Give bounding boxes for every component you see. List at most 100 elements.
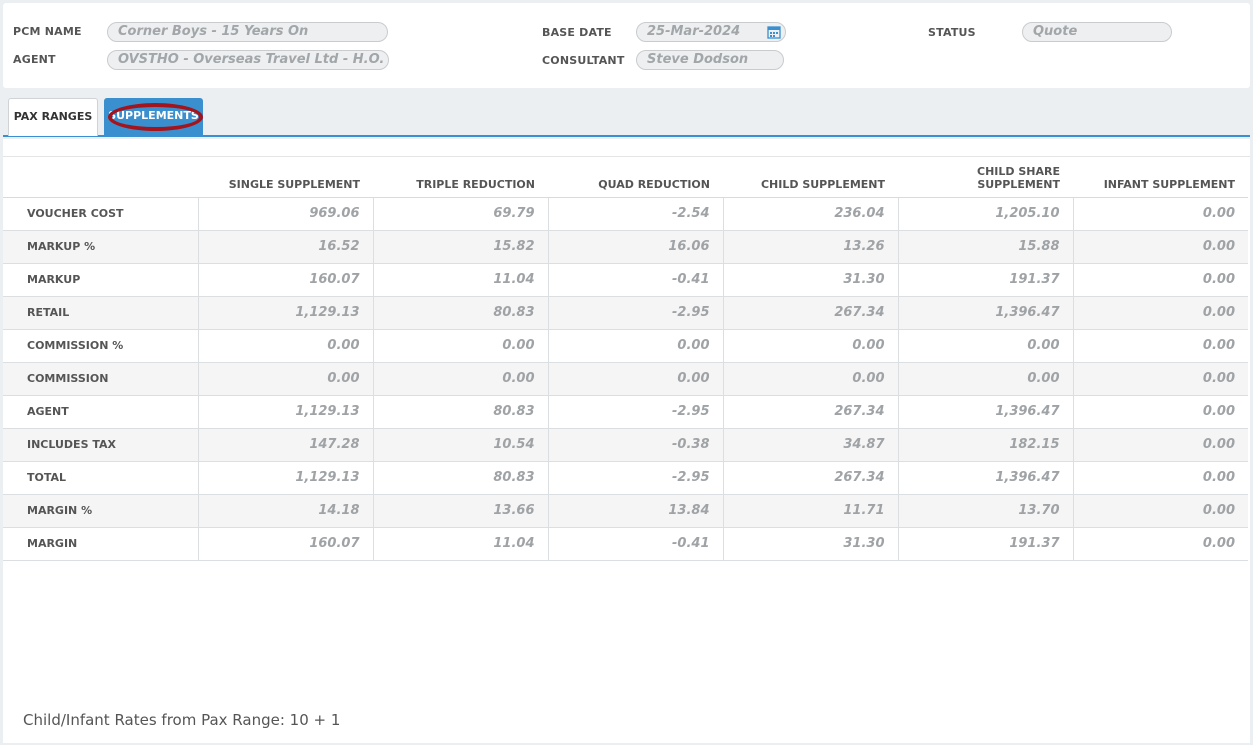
table-cell[interactable]: 0.00 [547,362,723,396]
table-cell[interactable]: 1,129.13 [197,461,373,495]
table-cell[interactable]: -2.95 [547,296,723,330]
table-cell[interactable]: 15.88 [897,230,1073,264]
consultant-field[interactable]: Steve Dodson [636,50,784,70]
table-cell[interactable]: 13.70 [897,494,1073,528]
table-cell[interactable]: 0.00 [372,362,548,396]
consultant-label: CONSULTANT [542,54,625,67]
base-date-value: 25-Mar-2024 [647,24,741,39]
table-cell[interactable]: 0.00 [1072,395,1248,429]
table-cell[interactable]: 13.66 [372,494,548,528]
table-cell[interactable]: 16.52 [197,230,373,264]
table-cell[interactable]: 80.83 [372,395,548,429]
table-cell[interactable]: 1,396.47 [897,395,1073,429]
table-cell[interactable]: 0.00 [1072,296,1248,330]
table-cell[interactable]: 13.26 [722,230,898,264]
table-cell[interactable]: 31.30 [722,527,898,561]
table-cell[interactable]: 147.28 [197,428,373,462]
table-cell[interactable]: 13.84 [547,494,723,528]
table-cell[interactable]: 160.07 [197,527,373,561]
tab-bar: PAX RANGES SUPPLEMENTS [3,88,1250,137]
table-cell[interactable]: 0.00 [1072,197,1248,231]
table-cell[interactable]: 14.18 [197,494,373,528]
table-header-row: SINGLE SUPPLEMENT TRIPLE REDUCTION QUAD … [3,157,1248,198]
table-cell[interactable]: 0.00 [1072,494,1248,528]
table-cell[interactable]: 0.00 [897,329,1073,363]
table-row: TOTAL 1,129.13 80.83 -2.95 267.34 1,396.47 0.0… [3,461,1248,495]
table-cell[interactable]: 0.00 [722,329,898,363]
table-cell[interactable]: 267.34 [722,461,898,495]
status-field[interactable]: Quote [1022,22,1172,42]
table-cell[interactable]: -2.95 [547,395,723,429]
table-cell[interactable]: -2.95 [547,461,723,495]
table-cell[interactable]: 0.00 [1072,329,1248,363]
column-header: CHILD SUPPLEMENT [723,157,898,198]
table-cell[interactable]: 0.00 [1072,527,1248,561]
table-cell[interactable]: 0.00 [372,329,548,363]
table-cell[interactable]: 0.00 [197,329,373,363]
tab-supplements[interactable]: SUPPLEMENTS [104,98,203,136]
table-cell[interactable]: 267.34 [722,296,898,330]
table-cell[interactable]: 1,129.13 [197,296,373,330]
status-label: STATUS [928,26,976,39]
spacer [3,139,1250,157]
table-row: AGENT 1,129.13 80.83 -2.95 267.34 1,396.47 0.0… [3,395,1248,429]
table-cell[interactable]: 0.00 [547,329,723,363]
table-cell[interactable]: 10.54 [372,428,548,462]
table-row: MARGIN 160.07 11.04 -0.41 31.30 191.37 0.00 [3,527,1248,561]
tab-pax-ranges[interactable]: PAX RANGES [8,98,98,136]
table-cell[interactable]: 0.00 [1072,428,1248,462]
table-cell[interactable]: 1,396.47 [897,461,1073,495]
table-cell[interactable]: -0.38 [547,428,723,462]
table-cell[interactable]: -2.54 [547,197,723,231]
table-cell[interactable]: 1,205.10 [897,197,1073,231]
row-label: MARKUP % [3,230,198,264]
table-cell[interactable]: 11.04 [372,263,548,297]
table-cell[interactable]: 0.00 [897,362,1073,396]
row-label: RETAIL [3,296,198,330]
table-cell[interactable]: 182.15 [897,428,1073,462]
table-cell[interactable]: 160.07 [197,263,373,297]
supplements-panel: SINGLE SUPPLEMENT TRIPLE REDUCTION QUAD … [3,139,1250,743]
supplements-table: SINGLE SUPPLEMENT TRIPLE REDUCTION QUAD … [3,157,1248,561]
table-row: COMMISSION 0.00 0.00 0.00 0.00 0.00 0.00 [3,362,1248,396]
table-cell[interactable]: 1,396.47 [897,296,1073,330]
table-cell[interactable]: 15.82 [372,230,548,264]
table-cell[interactable]: 80.83 [372,296,548,330]
table-row: MARGIN % 14.18 13.66 13.84 11.71 13.70 0.00 [3,494,1248,528]
agent-field[interactable]: OVSTHO - Overseas Travel Ltd - H.O. [107,50,389,70]
table-cell[interactable]: 191.37 [897,263,1073,297]
table-cell[interactable]: 1,129.13 [197,395,373,429]
table-cell[interactable]: 0.00 [1072,230,1248,264]
table-row: VOUCHER COST 969.06 69.79 -2.54 236.04 1,205.… [3,197,1248,231]
table-cell[interactable]: 0.00 [1072,362,1248,396]
table-cell[interactable]: 34.87 [722,428,898,462]
table-cell[interactable]: 80.83 [372,461,548,495]
table-cell[interactable]: -0.41 [547,263,723,297]
column-header: SINGLE SUPPLEMENT [198,157,373,198]
pcm-name-label: PCM NAME [13,25,82,38]
table-row: RETAIL 1,129.13 80.83 -2.95 267.34 1,396.47 0.… [3,296,1248,330]
table-cell[interactable]: 0.00 [1072,263,1248,297]
table-cell[interactable]: 236.04 [722,197,898,231]
row-label: COMMISSION [3,362,198,396]
table-row: MARKUP % 16.52 15.82 16.06 13.26 15.88 0.00 [3,230,1248,264]
calendar-icon[interactable] [767,25,781,39]
table-cell[interactable]: 0.00 [1072,461,1248,495]
table-cell[interactable]: 0.00 [197,362,373,396]
row-label: MARGIN [3,527,198,561]
table-cell[interactable]: 16.06 [547,230,723,264]
table-cell[interactable]: 69.79 [372,197,548,231]
table-row: COMMISSION % 0.00 0.00 0.00 0.00 0.00 0.00 [3,329,1248,363]
table-cell[interactable]: 969.06 [197,197,373,231]
table-cell[interactable]: 31.30 [722,263,898,297]
table-cell[interactable]: 191.37 [897,527,1073,561]
pcm-name-field[interactable]: Corner Boys - 15 Years On [107,22,388,42]
table-cell[interactable]: 267.34 [722,395,898,429]
column-header [3,157,198,198]
table-cell[interactable]: 11.04 [372,527,548,561]
base-date-field[interactable]: 25-Mar-2024 [636,22,786,42]
table-cell[interactable]: 11.71 [722,494,898,528]
table-cell[interactable]: 0.00 [722,362,898,396]
row-label: TOTAL [3,461,198,495]
table-cell[interactable]: -0.41 [547,527,723,561]
